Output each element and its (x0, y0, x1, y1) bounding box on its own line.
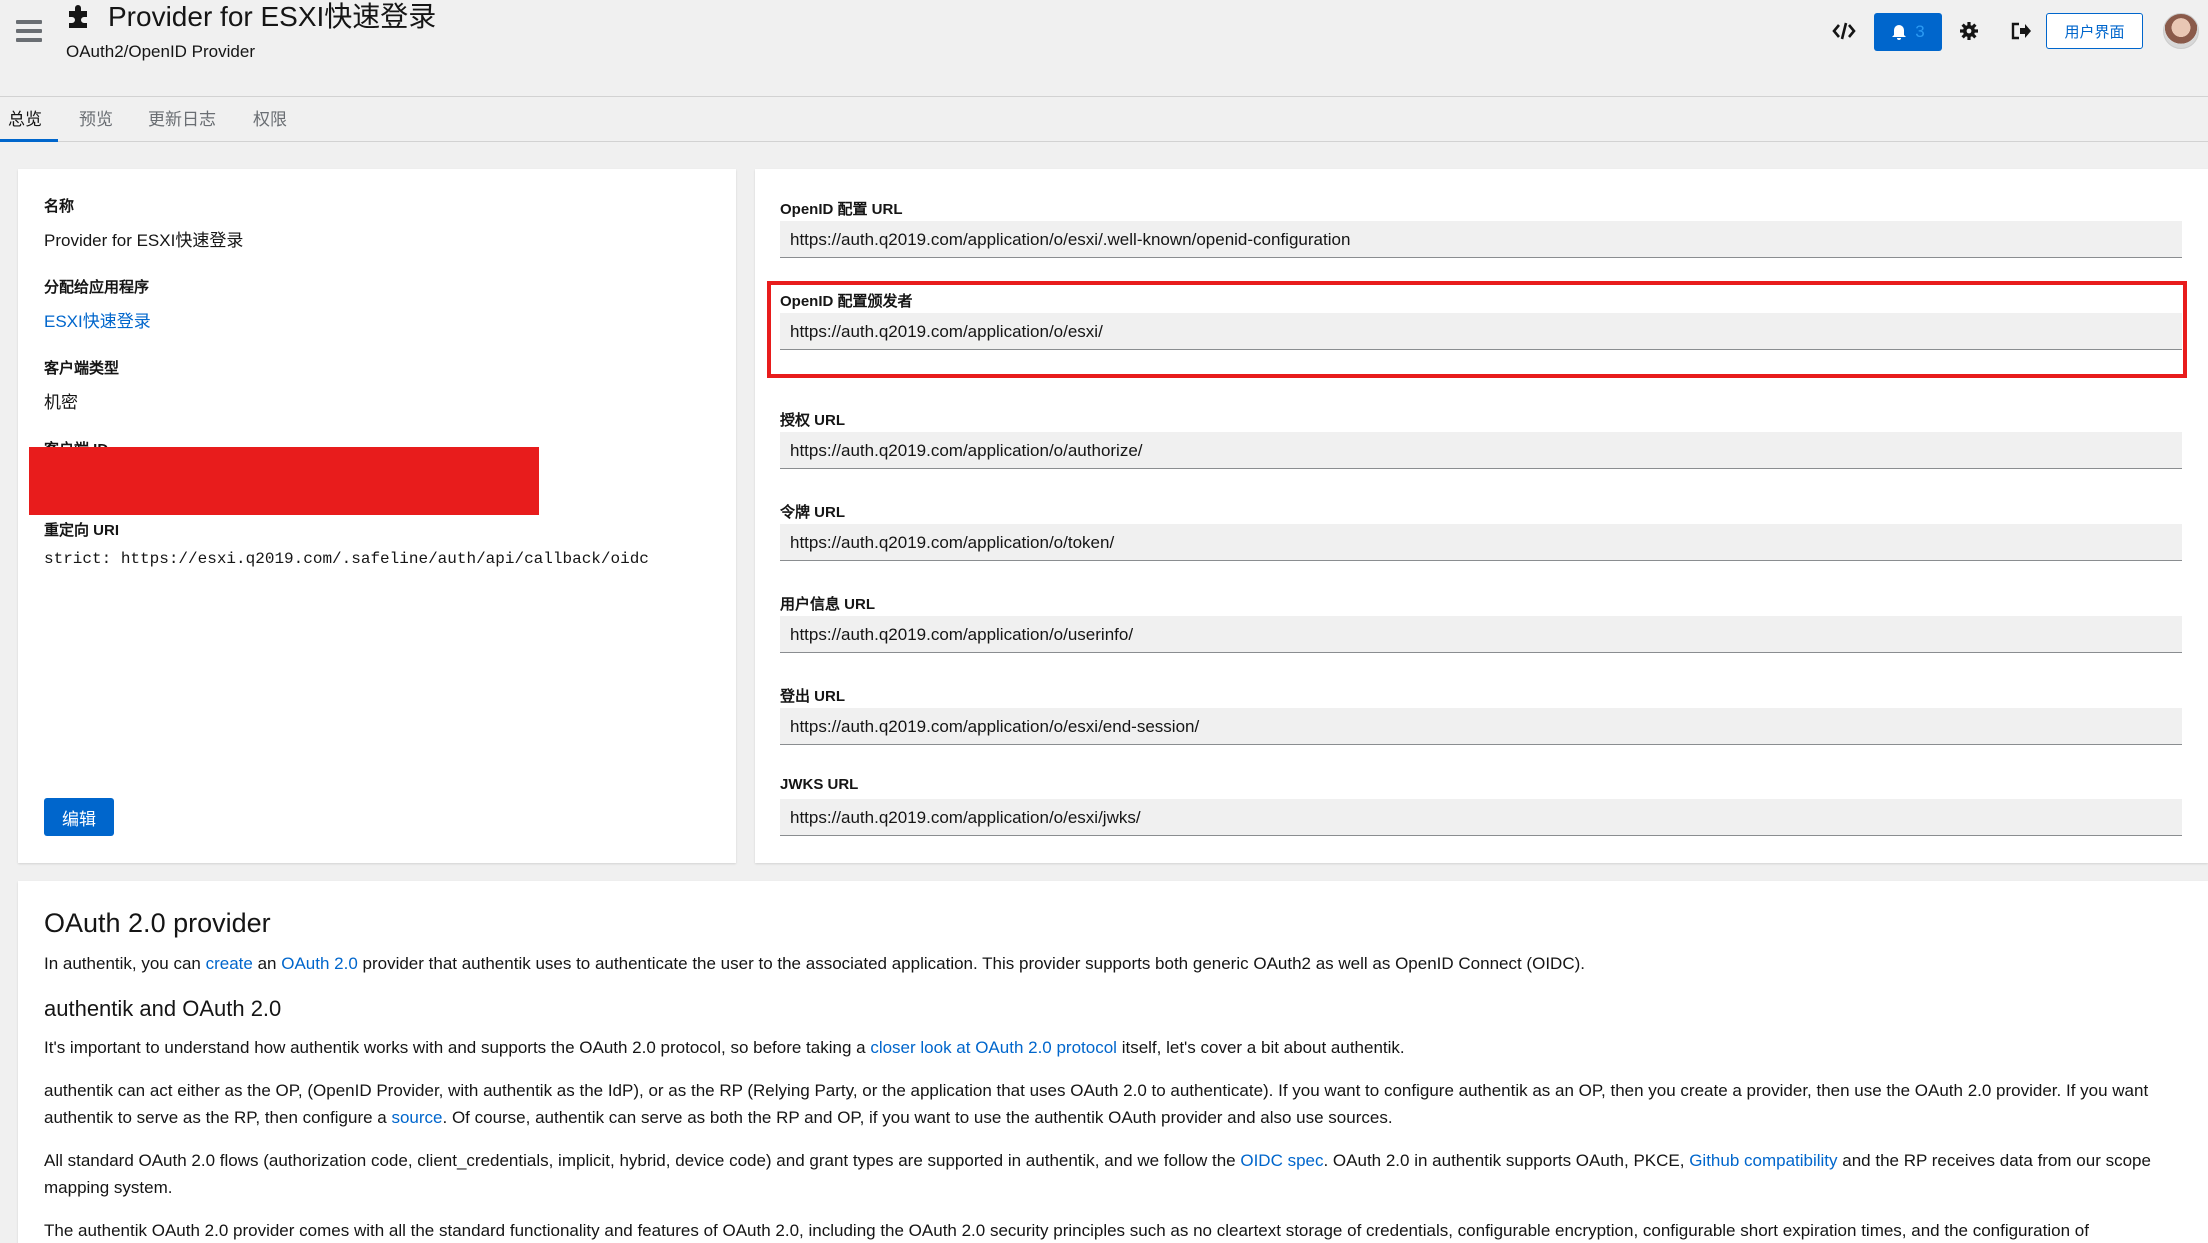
highlight-box (767, 281, 2187, 378)
oidc-spec-link[interactable]: OIDC spec (1240, 1151, 1323, 1170)
create-link[interactable]: create (206, 954, 253, 973)
client-type-value: 机密 (44, 393, 78, 412)
authorize-url-field[interactable]: https://auth.q2019.com/application/o/aut… (780, 432, 2182, 469)
jwks-url-label: JWKS URL (780, 776, 859, 793)
token-url-field[interactable]: https://auth.q2019.com/application/o/tok… (780, 524, 2182, 561)
doc-paragraph-2: It's important to understand how authent… (44, 1034, 2174, 1061)
urls-card (755, 169, 2208, 863)
tab-changelog[interactable]: 更新日志 (148, 97, 216, 142)
doc-text: In authentik, you can (44, 954, 206, 973)
doc-paragraph-4: All standard OAuth 2.0 flows (authorizat… (44, 1147, 2174, 1201)
tab-preview[interactable]: 预览 (79, 97, 113, 142)
hamburger-menu-icon[interactable] (16, 20, 42, 44)
title-row: Provider for ESXI快速登录 (66, 0, 436, 34)
assigned-app-label: 分配给应用程序 (44, 279, 150, 296)
doc-text: . OAuth 2.0 in authentik supports OAuth,… (1323, 1151, 1690, 1170)
doc-paragraph-3: authentik can act either as the OP, (Ope… (44, 1077, 2174, 1131)
openid-config-url-field[interactable]: https://auth.q2019.com/application/o/esx… (780, 221, 2182, 258)
doc-text: . Of course, authentik can serve as both… (442, 1108, 1393, 1127)
name-value: Provider for ESXI快速登录 (44, 231, 244, 250)
doc-text: It's important to understand how authent… (44, 1038, 871, 1057)
page-title: Provider for ESXI快速登录 (108, 1, 437, 32)
doc-subheading: authentik and OAuth 2.0 (44, 996, 282, 1021)
tab-bar: 总览 预览 更新日志 权限 (0, 97, 2208, 142)
token-url-label: 令牌 URL (780, 504, 845, 521)
redirect-uri-label: 重定向 URI (44, 522, 120, 539)
edit-button[interactable]: 编辑 (44, 798, 114, 836)
logout-url-label: 登出 URL (780, 688, 845, 705)
oauth2-link[interactable]: OAuth 2.0 (281, 954, 358, 973)
notifications-button[interactable]: 3 (1874, 13, 1942, 51)
name-label: 名称 (44, 198, 75, 215)
openid-config-url-label: OpenID 配置 URL (780, 201, 903, 218)
authorize-url-label: 授权 URL (780, 412, 845, 429)
doc-text: an (252, 954, 282, 973)
doc-paragraph-1: In authentik, you can create an OAuth 2.… (44, 950, 2174, 977)
userinfo-url-field[interactable]: https://auth.q2019.com/application/o/use… (780, 616, 2182, 653)
tab-permissions[interactable]: 权限 (253, 97, 287, 142)
page-subtitle: OAuth2/OpenID Provider (66, 42, 255, 61)
logout-url-field[interactable]: https://auth.q2019.com/application/o/esx… (780, 708, 2182, 745)
avatar[interactable] (2163, 13, 2199, 49)
closer-look-link[interactable]: closer look at OAuth 2.0 protocol (870, 1038, 1117, 1057)
assigned-app-link[interactable]: ESXI快速登录 (44, 307, 151, 332)
doc-heading: OAuth 2.0 provider (44, 908, 271, 938)
provider-details-card (18, 169, 736, 863)
tab-overview[interactable]: 总览 (0, 97, 58, 142)
redirect-uri-value: strict: https://esxi.q2019.com/.safeline… (44, 550, 649, 568)
doc-text: All standard OAuth 2.0 flows (authorizat… (44, 1151, 1241, 1170)
redaction-box (29, 447, 539, 515)
logout-icon[interactable] (2006, 16, 2036, 46)
client-type-label: 客户端类型 (44, 360, 120, 377)
top-bar: Provider for ESXI快速登录 OAuth2/OpenID Prov… (0, 0, 2208, 97)
notification-count: 3 (1915, 22, 1925, 41)
puzzle-icon (69, 5, 87, 28)
userinfo-url-label: 用户信息 URL (780, 596, 875, 613)
doc-text: provider that authentik uses to authenti… (357, 954, 1585, 973)
user-interface-button[interactable]: 用户界面 (2046, 13, 2143, 49)
doc-text: itself, let's cover a bit about authenti… (1116, 1038, 1405, 1057)
doc-paragraph-5: The authentik OAuth 2.0 provider comes w… (44, 1221, 2089, 1240)
jwks-url-field[interactable]: https://auth.q2019.com/application/o/esx… (780, 799, 2182, 836)
bell-icon (1892, 24, 1907, 40)
api-browser-icon[interactable] (1829, 16, 1859, 46)
gear-icon[interactable] (1954, 16, 1984, 46)
github-compat-link[interactable]: Github compatibility (1689, 1151, 1837, 1170)
source-link[interactable]: source (391, 1108, 442, 1127)
